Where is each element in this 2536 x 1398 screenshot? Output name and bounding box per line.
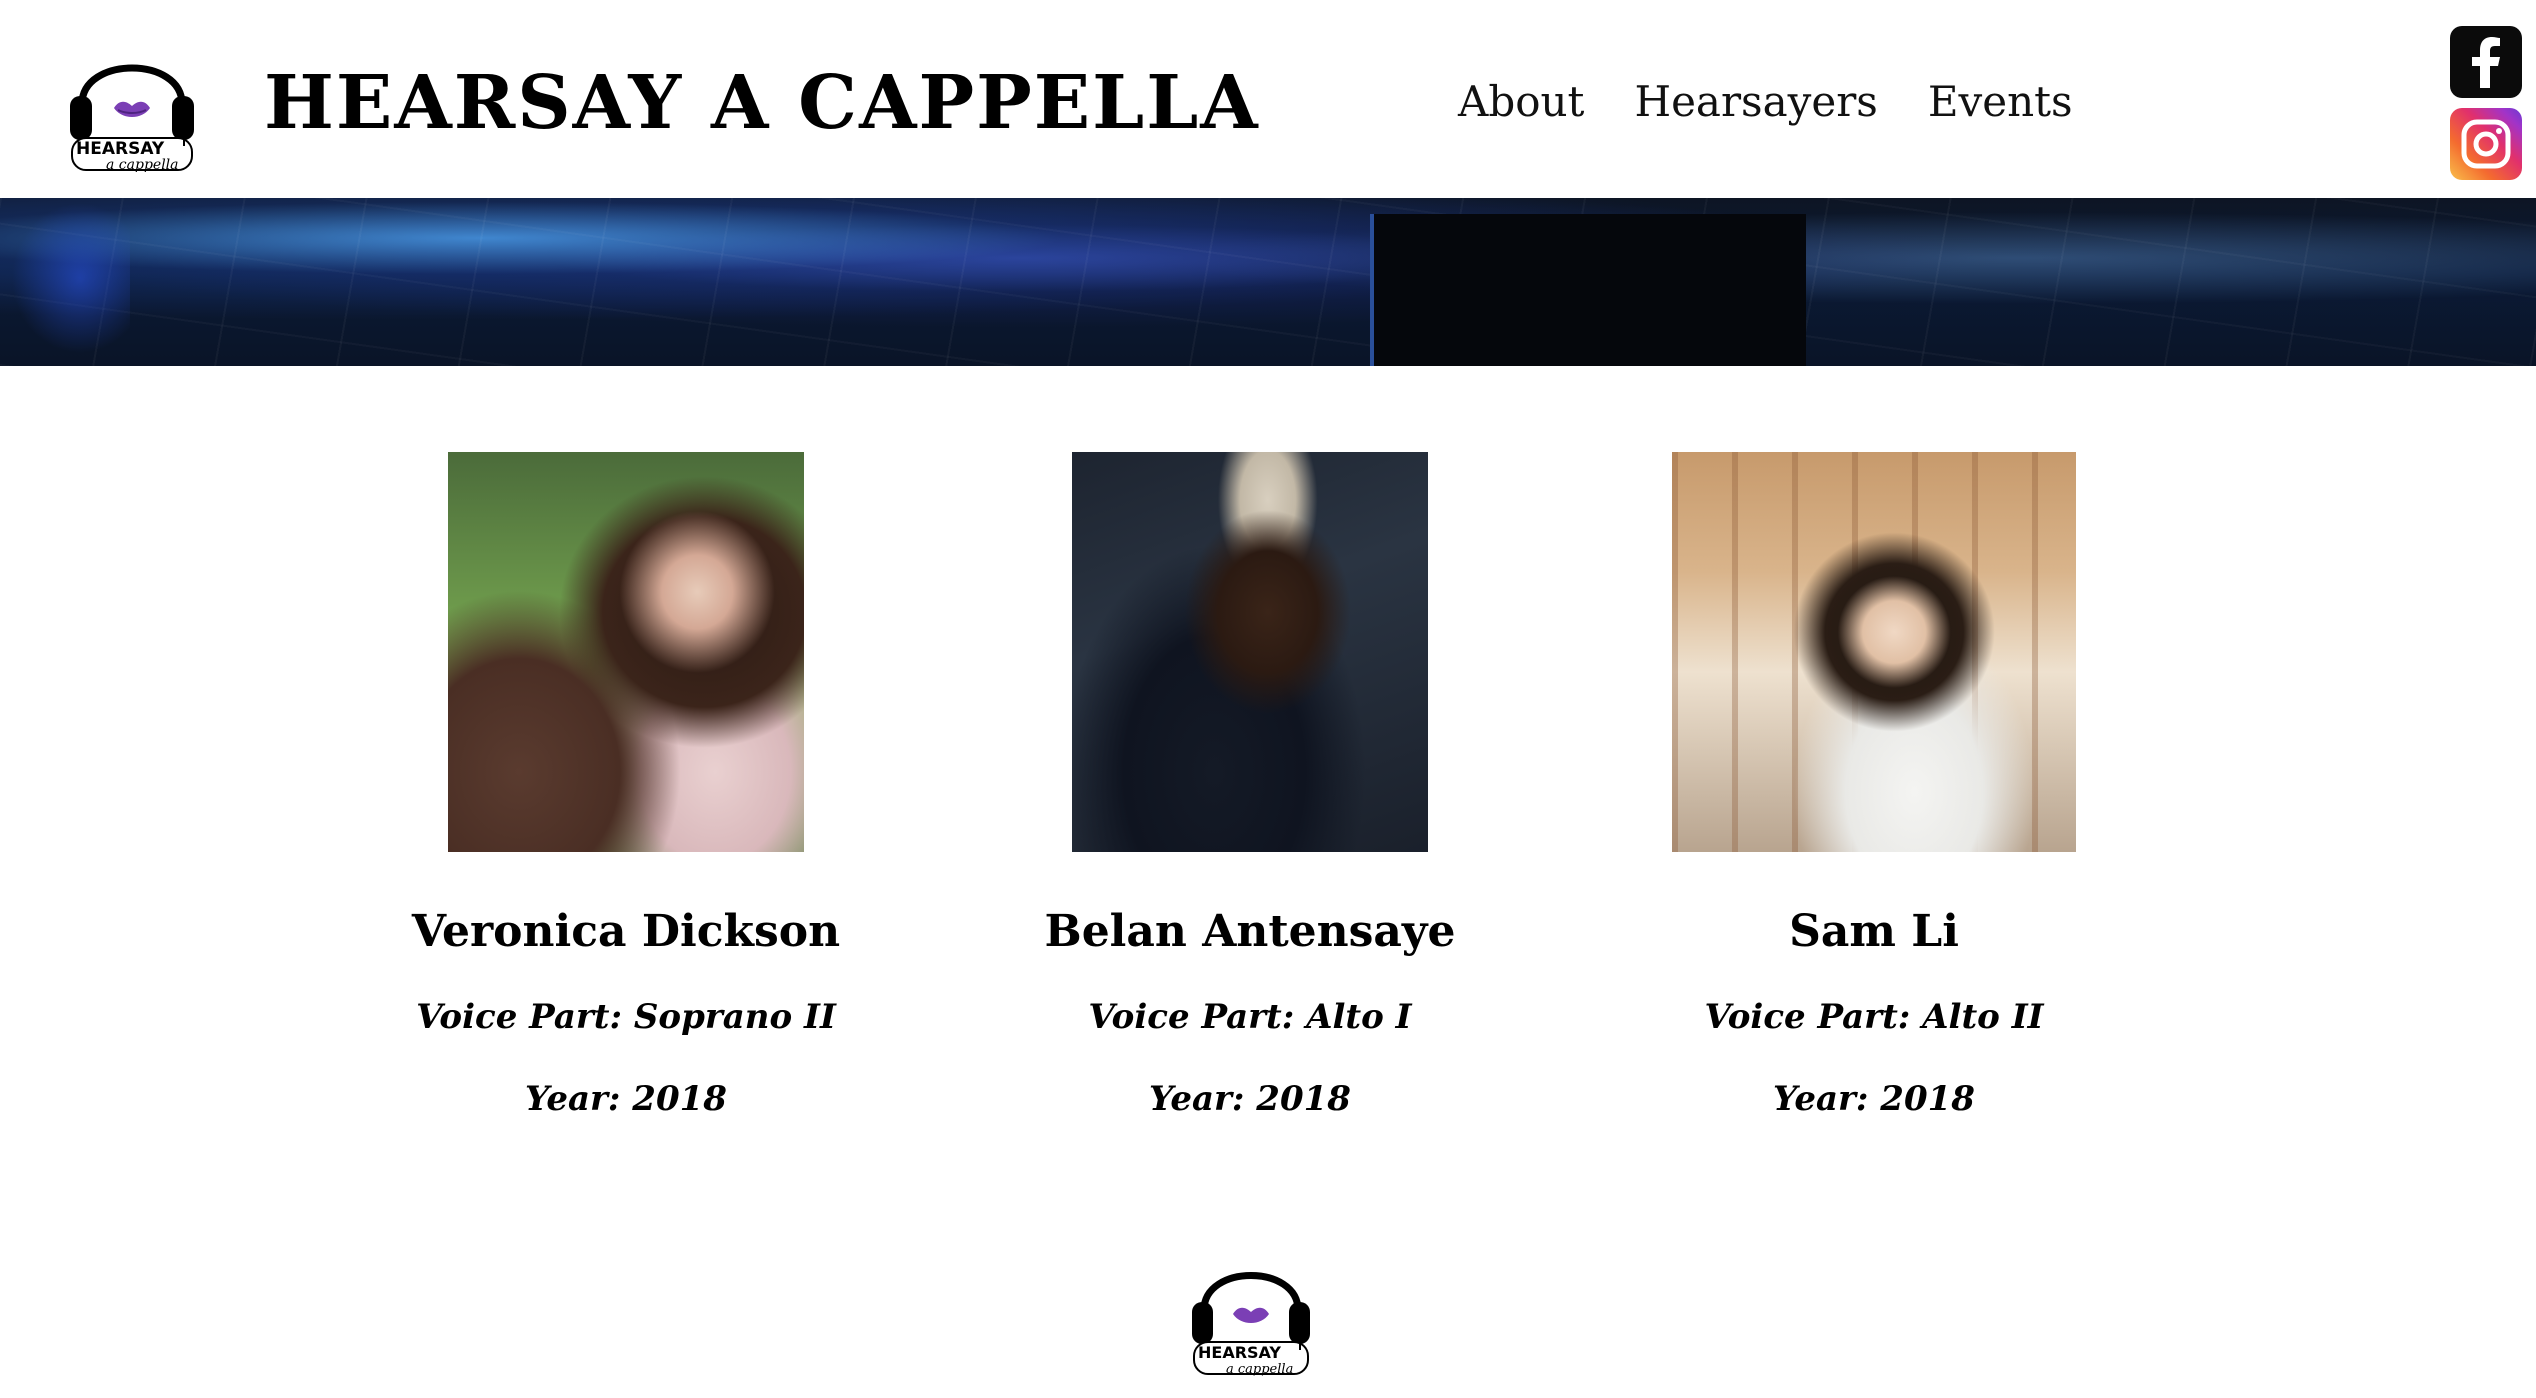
facebook-icon[interactable] [2450,26,2522,98]
member-photo [1072,452,1428,852]
member-name: Belan Antensaye [1044,906,1456,957]
member-photo [1672,452,2076,852]
banner-stage-light [0,198,130,366]
member-year: Year: 2018 [1773,1079,1975,1119]
nav-about[interactable]: About [1458,72,1584,132]
member-photo [448,452,804,852]
nav-events[interactable]: Events [1928,72,2073,132]
site-header: HEARSAY a cappella HEARSAY A CAPPELLA Ab… [0,0,2536,198]
member-voice-part: Voice Part: Alto I [1088,997,1412,1037]
svg-text:a cappella: a cappella [1226,1362,1293,1377]
member-name: Veronica Dickson [411,906,841,957]
member-name: Sam Li [1789,906,1959,957]
member-card: Sam Li Voice Part: Alto II Year: 2018 [1624,452,2124,1122]
member-year: Year: 2018 [525,1079,727,1119]
facebook-glyph-icon [2472,37,2500,88]
banner-floor-texture [0,198,2536,366]
hero-banner-image [0,198,2536,366]
footer-logo-icon[interactable]: HEARSAY a cappella [1186,1236,1316,1380]
site-title[interactable]: HEARSAY A CAPPELLA [264,58,1260,148]
banner-stage-screen [1370,214,1806,366]
main-nav: About Hearsayers Events [1458,72,2073,132]
svg-text:a cappella: a cappella [106,157,179,173]
hearsay-logo-icon[interactable]: HEARSAY a cappella [62,26,202,176]
svg-text:HEARSAY: HEARSAY [1198,1343,1281,1362]
member-card: Belan Antensaye Voice Part: Alto I Year:… [1000,452,1500,1122]
member-card: Veronica Dickson Voice Part: Soprano II … [374,452,878,1122]
nav-hearsayers[interactable]: Hearsayers [1634,72,1877,132]
social-links [2450,26,2522,190]
instagram-icon[interactable] [2450,108,2522,180]
member-voice-part: Voice Part: Soprano II [416,997,836,1037]
member-year: Year: 2018 [1149,1079,1351,1119]
instagram-glyph-icon [2461,119,2511,169]
member-voice-part: Voice Part: Alto II [1704,997,2044,1037]
svg-text:HEARSAY: HEARSAY [76,139,165,159]
